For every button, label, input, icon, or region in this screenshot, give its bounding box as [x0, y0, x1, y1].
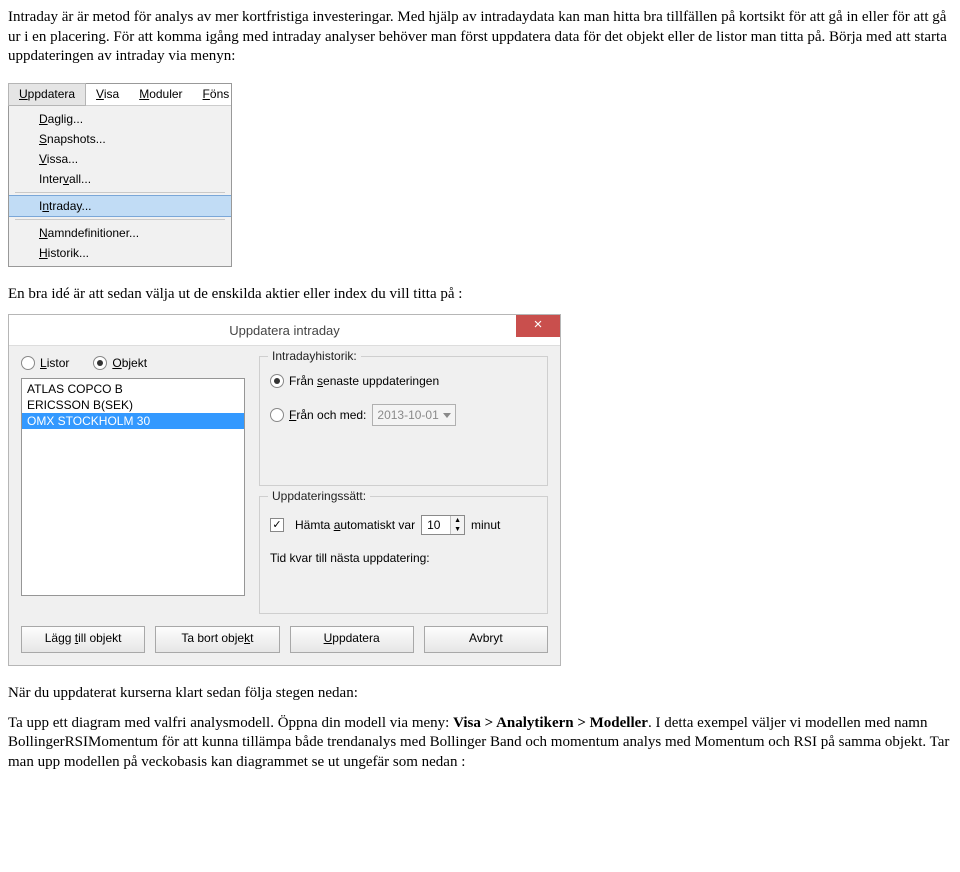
menu-screenshot: Uppdatera Visa Moduler Föns Daglig... Sn… — [8, 83, 232, 267]
close-icon[interactable]: × — [516, 315, 560, 337]
dialog-titlebar: Uppdatera intraday × — [9, 315, 560, 346]
menu-uppdatera[interactable]: Uppdatera — [8, 83, 86, 106]
dd-separator-2 — [15, 219, 225, 220]
minut-label: minut — [471, 518, 500, 532]
interval-stepper[interactable]: 10 ▲ ▼ — [421, 515, 465, 535]
radio-fran-senaste[interactable]: Från senaste uppdateringen — [270, 374, 439, 388]
radio-dot-icon — [93, 356, 107, 370]
fieldset-legend: Intradayhistorik: — [268, 349, 361, 363]
dd-snapshots[interactable]: Snapshots... — [9, 129, 231, 149]
date-value: 2013-10-01 — [377, 408, 438, 422]
date-field[interactable]: 2013-10-01 — [372, 404, 455, 426]
list-item[interactable]: ERICSSON B(SEK) — [22, 397, 244, 413]
radio-dot-icon — [21, 356, 35, 370]
dd-daglig[interactable]: Daglig... — [9, 109, 231, 129]
menu-fons[interactable]: Föns — [193, 84, 240, 105]
menu-visa[interactable]: Visa — [86, 84, 129, 105]
chevron-down-icon — [443, 413, 451, 418]
object-listbox[interactable]: ATLAS COPCO B ERICSSON B(SEK) OMX STOCKH… — [21, 378, 245, 596]
cancel-button[interactable]: Avbryt — [424, 626, 548, 653]
paragraph-4: Ta upp ett diagram med valfri analysmode… — [8, 714, 952, 773]
dd-intervall[interactable]: Intervall... — [9, 169, 231, 189]
dd-namndef[interactable]: Namndefinitioner... — [9, 223, 231, 243]
paragraph-2: En bra idé är att sedan välja ut de ensk… — [8, 285, 952, 305]
dialog-title: Uppdatera intraday — [229, 323, 340, 338]
fieldset-legend: Uppdateringssätt: — [268, 489, 370, 503]
checkbox-label: Hämta automatiskt var — [295, 518, 415, 532]
dialog-uppdatera-intraday: Uppdatera intraday × Listor Objekt ATLAS… — [8, 314, 561, 666]
remove-object-button[interactable]: Ta bort objekt — [155, 626, 279, 653]
radio-listor[interactable]: Listor — [21, 356, 69, 370]
radio-dot-icon — [270, 374, 284, 388]
chevron-down-icon[interactable]: ▼ — [451, 525, 464, 534]
checkbox-auto[interactable] — [270, 518, 284, 532]
dd-vissa[interactable]: Vissa... — [9, 149, 231, 169]
menubar: Uppdatera Visa Moduler Föns — [9, 84, 231, 106]
update-button[interactable]: Uppdatera — [290, 626, 414, 653]
menu-path-bold: Visa > Analytikern > Modeller — [453, 715, 648, 731]
dialog-left-column: Listor Objekt ATLAS COPCO B ERICSSON B(S… — [21, 356, 245, 614]
intro-paragraph: Intraday är är metod för analys av mer k… — [8, 8, 952, 67]
fieldset-uppdateringssatt: Uppdateringssätt: Hämta automatiskt var … — [259, 496, 548, 614]
dd-historik[interactable]: Historik... — [9, 243, 231, 263]
menu-moduler[interactable]: Moduler — [129, 84, 192, 105]
chevron-up-icon[interactable]: ▲ — [451, 516, 464, 525]
list-item[interactable]: ATLAS COPCO B — [22, 381, 244, 397]
add-object-button[interactable]: Lägg till objekt — [21, 626, 145, 653]
dd-intraday[interactable]: Intraday... — [9, 195, 231, 217]
radio-objekt[interactable]: Objekt — [93, 356, 147, 370]
radio-dot-icon — [270, 408, 284, 422]
radio-fran-och-med[interactable]: Från och med: — [270, 408, 366, 422]
dropdown-uppdatera: Daglig... Snapshots... Vissa... Interval… — [9, 106, 231, 266]
dd-separator-1 — [15, 192, 225, 193]
fieldset-intradayhistorik: Intradayhistorik: Från senaste uppdateri… — [259, 356, 548, 486]
time-remaining-label: Tid kvar till nästa uppdatering: — [270, 551, 537, 565]
list-item[interactable]: OMX STOCKHOLM 30 — [22, 413, 244, 429]
interval-value: 10 — [422, 516, 450, 534]
paragraph-3: När du uppdaterat kurserna klart sedan f… — [8, 684, 952, 704]
